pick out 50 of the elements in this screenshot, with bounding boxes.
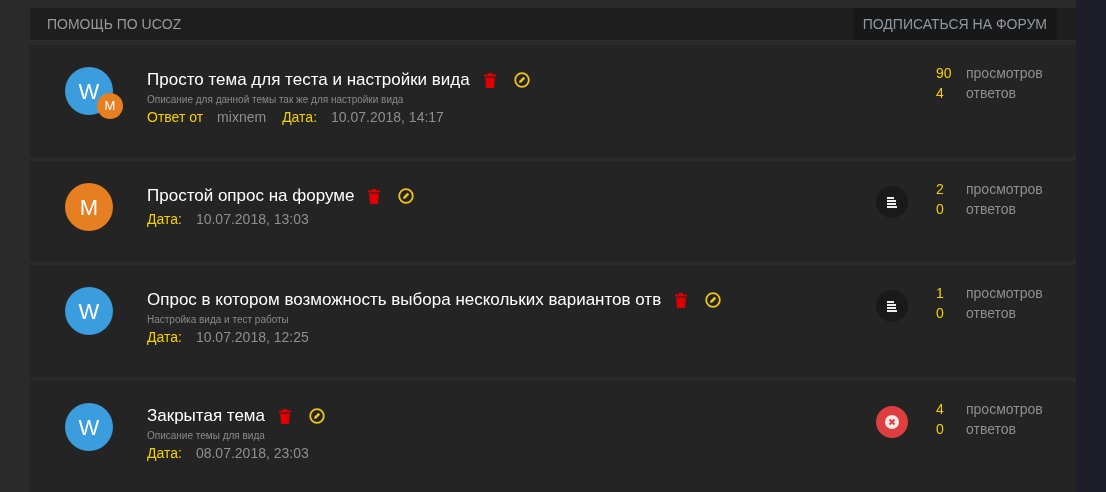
pencil-icon[interactable] [513, 72, 530, 88]
avatar: W [65, 287, 113, 335]
replies-count: 0 [936, 304, 945, 323]
trash-icon[interactable] [675, 292, 688, 308]
topic-title[interactable]: Закрытая тема [147, 403, 265, 429]
forum-title: ПОМОЩЬ ПО UCOZ [47, 14, 182, 34]
replies-label: ответов [966, 84, 1016, 103]
topic-title[interactable]: Простой опрос на форуме [147, 183, 355, 209]
views-count: 4 [936, 400, 945, 419]
views-count: 90 [936, 64, 953, 83]
closed-icon [876, 406, 908, 438]
avatar-badge: M [97, 93, 123, 119]
list-icon [876, 186, 908, 218]
views-count: 2 [936, 180, 945, 199]
topic-description: Настройка вида и тест работы [147, 313, 290, 327]
topic-description: Описание темы для вида [147, 429, 266, 443]
replies-count: 0 [936, 420, 945, 439]
topic-title[interactable]: Просто тема для теста и настройки вида [147, 67, 470, 93]
views-label: просмотров [966, 284, 1043, 303]
replies-label: ответов [966, 304, 1016, 323]
pencil-icon[interactable] [398, 188, 415, 204]
replies-label: ответов [966, 420, 1016, 439]
avatar: M [65, 183, 113, 231]
avatar: W [65, 403, 113, 451]
date-label: Дата: [147, 443, 182, 463]
trash-icon[interactable] [368, 188, 381, 204]
date-label: Дата: [147, 209, 182, 229]
topic-title[interactable]: Опрос в котором возможность выбора нескольких вариантов отв [147, 287, 662, 313]
views-label: просмотров [966, 180, 1043, 199]
replies-count: 0 [936, 200, 945, 219]
views-label: просмотров [966, 400, 1043, 419]
topic-description: Описание для данной темы так же для настройки вида [147, 93, 405, 107]
subscribe-button[interactable]: ПОДПИСАТЬСЯ НА ФОРУМ [852, 8, 1057, 40]
date-value: 10.07.2018, 12:25 [195, 327, 309, 347]
pencil-icon[interactable] [705, 292, 722, 308]
date-label: Дата: [282, 107, 317, 127]
date-value: 08.07.2018, 23:03 [195, 443, 309, 463]
trash-icon[interactable] [279, 408, 291, 424]
list-icon [876, 290, 908, 322]
date-value: 10.07.2018, 13:03 [195, 209, 309, 229]
reply-label: Ответ от [147, 107, 204, 127]
replies-label: ответов [966, 200, 1016, 219]
replies-count: 4 [936, 84, 945, 103]
views-count: 1 [936, 284, 945, 303]
date-value: 10.07.2018, 14:17 [331, 107, 444, 127]
reply-author[interactable]: mixnem [217, 106, 267, 128]
date-label: Дата: [147, 327, 182, 347]
trash-icon[interactable] [483, 72, 496, 88]
pencil-icon[interactable] [309, 408, 325, 424]
views-label: просмотров [966, 64, 1043, 83]
